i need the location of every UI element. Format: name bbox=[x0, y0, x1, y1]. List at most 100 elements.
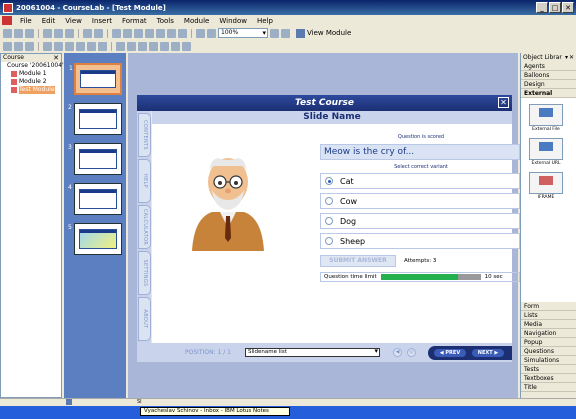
category-lists[interactable]: Lists bbox=[521, 311, 576, 320]
category-simulations[interactable]: Simulations bbox=[521, 356, 576, 365]
category-external[interactable]: External bbox=[521, 89, 576, 98]
menu-file[interactable]: File bbox=[15, 17, 37, 25]
tree-item-module-1[interactable]: Module 1 bbox=[1, 70, 61, 78]
category-form[interactable]: Form bbox=[521, 302, 576, 311]
slidename-list-select[interactable]: Slidename list bbox=[245, 348, 380, 357]
align-objects-left-icon[interactable] bbox=[3, 41, 12, 51]
tab-contents[interactable]: CONTENTS bbox=[138, 113, 151, 157]
library-item-iframe[interactable]: IFRAME bbox=[529, 172, 563, 200]
category-popup[interactable]: Popup bbox=[521, 338, 576, 347]
close-icon[interactable]: ✕ bbox=[53, 54, 59, 62]
menu-edit[interactable]: Edit bbox=[37, 17, 61, 25]
zoom-out-icon[interactable] bbox=[281, 28, 290, 38]
redo-icon[interactable] bbox=[94, 28, 103, 38]
save-icon[interactable] bbox=[25, 28, 34, 38]
category-title[interactable]: Title bbox=[521, 383, 576, 392]
tab-calculator[interactable]: CALCULATOR bbox=[138, 205, 151, 249]
category-agents[interactable]: Agents bbox=[521, 62, 576, 71]
nav-refresh-icon[interactable]: ◎ bbox=[407, 348, 416, 357]
distribute-h-icon[interactable] bbox=[116, 41, 125, 51]
tree-item-course[interactable]: Course '20061004' bbox=[1, 62, 64, 70]
close-button[interactable]: ✕ bbox=[562, 2, 574, 13]
tab-settings[interactable]: SETTINGS bbox=[138, 251, 151, 295]
slide-thumbnail[interactable]: 3 bbox=[68, 143, 122, 175]
submit-answer-button[interactable]: SUBMIT ANSWER bbox=[320, 255, 396, 267]
zoom-in-icon[interactable] bbox=[270, 28, 279, 38]
align-top-icon[interactable] bbox=[43, 41, 52, 51]
menu-help[interactable]: Help bbox=[252, 17, 278, 25]
slides-view-icon[interactable] bbox=[66, 399, 72, 405]
align-center-icon[interactable] bbox=[123, 28, 132, 38]
tab-about[interactable]: ABOUT bbox=[138, 297, 151, 341]
ungroup-icon[interactable] bbox=[178, 28, 187, 38]
category-questions[interactable]: Questions bbox=[521, 347, 576, 356]
font-color-icon[interactable] bbox=[182, 41, 191, 51]
snap-icon[interactable] bbox=[207, 28, 216, 38]
same-width-icon[interactable] bbox=[76, 41, 85, 51]
category-navigation[interactable]: Navigation bbox=[521, 329, 576, 338]
align-objects-center-icon[interactable] bbox=[14, 41, 23, 51]
undo-icon[interactable] bbox=[83, 28, 92, 38]
slide-close-button[interactable]: ✕ bbox=[498, 97, 509, 108]
answer-option-cat[interactable]: Cat bbox=[320, 173, 520, 189]
cut-icon[interactable] bbox=[43, 28, 52, 38]
send-back-icon[interactable] bbox=[156, 28, 165, 38]
zoom-select[interactable]: 100% bbox=[218, 28, 268, 38]
library-item-external-file[interactable]: External File bbox=[529, 104, 563, 132]
align-middle-icon[interactable] bbox=[54, 41, 63, 51]
radio-button[interactable] bbox=[325, 177, 333, 185]
menu-tools[interactable]: Tools bbox=[152, 17, 179, 25]
answer-option-cow[interactable]: Cow bbox=[320, 193, 520, 209]
align-objects-right-icon[interactable] bbox=[25, 41, 34, 51]
grid-icon[interactable] bbox=[196, 28, 205, 38]
fill-color-icon[interactable] bbox=[160, 41, 169, 51]
same-size-icon[interactable] bbox=[98, 41, 107, 51]
category-balloons[interactable]: Balloons bbox=[521, 71, 576, 80]
slide-thumbnail[interactable]: 4 bbox=[68, 183, 122, 215]
dropdown-icon[interactable]: ▾ bbox=[565, 53, 568, 62]
category-tests[interactable]: Tests bbox=[521, 365, 576, 374]
distribute-v-icon[interactable] bbox=[127, 41, 136, 51]
answer-option-dog[interactable]: Dog bbox=[320, 213, 520, 229]
maximize-button[interactable]: □ bbox=[549, 2, 561, 13]
category-design[interactable]: Design bbox=[521, 80, 576, 89]
menu-module[interactable]: Module bbox=[179, 17, 214, 25]
category-media[interactable]: Media bbox=[521, 320, 576, 329]
category-textboxes[interactable]: Textboxes bbox=[521, 374, 576, 383]
next-button[interactable]: NEXT ▶ bbox=[472, 349, 504, 357]
bold-icon[interactable] bbox=[138, 41, 147, 51]
align-left-icon[interactable] bbox=[112, 28, 121, 38]
align-right-icon[interactable] bbox=[134, 28, 143, 38]
answer-option-sheep[interactable]: Sheep bbox=[320, 233, 520, 249]
menu-insert[interactable]: Insert bbox=[87, 17, 117, 25]
nav-back-icon[interactable]: ◀ bbox=[393, 348, 402, 357]
radio-button[interactable] bbox=[325, 197, 333, 205]
copy-icon[interactable] bbox=[54, 28, 63, 38]
minimize-button[interactable]: _ bbox=[536, 2, 548, 13]
slide-thumbnail[interactable]: 2 bbox=[68, 103, 122, 135]
radio-button[interactable] bbox=[325, 217, 333, 225]
slide-thumbnail[interactable]: 1 bbox=[69, 63, 122, 95]
prev-button[interactable]: ◀ PREV bbox=[434, 349, 466, 357]
document-icon[interactable] bbox=[2, 16, 12, 25]
radio-button[interactable] bbox=[325, 237, 333, 245]
align-bottom-icon[interactable] bbox=[65, 41, 74, 51]
bring-front-icon[interactable] bbox=[145, 28, 154, 38]
menu-window[interactable]: Window bbox=[214, 17, 252, 25]
paste-icon[interactable] bbox=[65, 28, 74, 38]
open-icon[interactable] bbox=[14, 28, 23, 38]
tree-item-module-2[interactable]: Module 2 bbox=[1, 78, 61, 86]
menu-format[interactable]: Format bbox=[117, 17, 152, 25]
group-icon[interactable] bbox=[167, 28, 176, 38]
tab-help[interactable]: HELP bbox=[138, 159, 151, 203]
close-icon[interactable]: ✕ bbox=[569, 53, 574, 62]
view-module-button[interactable]: View Module bbox=[296, 28, 351, 38]
slide-thumbnail[interactable]: 5 bbox=[68, 223, 122, 255]
same-height-icon[interactable] bbox=[87, 41, 96, 51]
new-icon[interactable] bbox=[3, 28, 12, 38]
tree-item-test-module[interactable]: Test Module bbox=[1, 86, 61, 94]
line-color-icon[interactable] bbox=[171, 41, 180, 51]
menu-view[interactable]: View bbox=[60, 17, 87, 25]
library-item-external-url[interactable]: External URL bbox=[529, 138, 563, 166]
italic-icon[interactable] bbox=[149, 41, 158, 51]
